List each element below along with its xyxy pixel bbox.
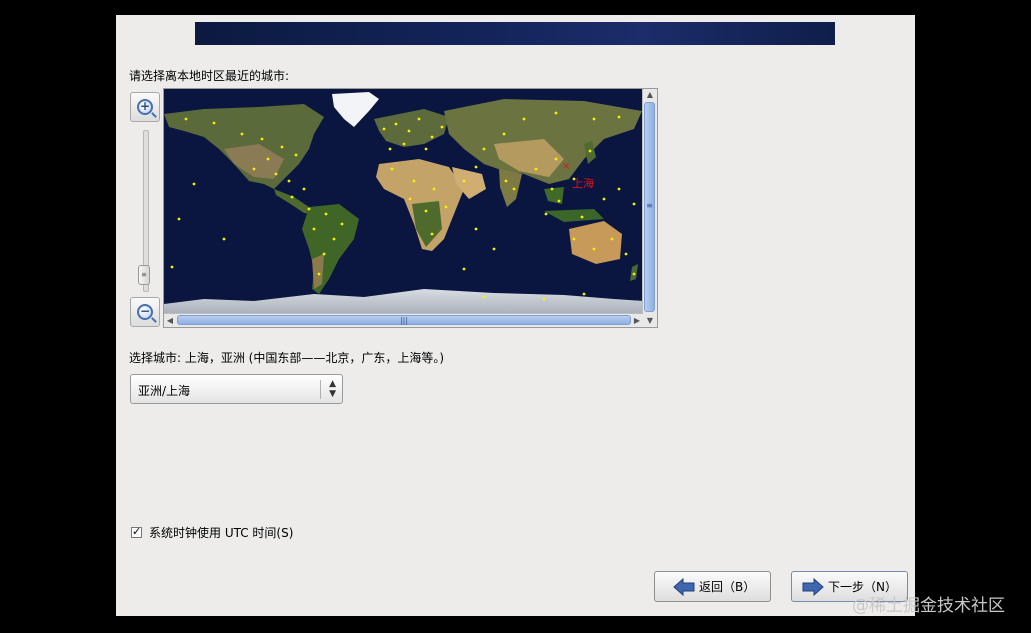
utc-checkbox-row[interactable]: ✓ 系统时钟使用 UTC 时间(S)	[131, 524, 293, 541]
zoom-slider-handle[interactable]: ≡	[138, 265, 150, 285]
scroll-left-icon[interactable]: ◀	[164, 314, 176, 327]
world-map[interactable]: × 上海	[164, 89, 644, 314]
zoom-in-button[interactable]: +	[130, 92, 160, 122]
horizontal-scroll-thumb[interactable]: |||	[177, 315, 631, 325]
arrow-left-icon	[673, 577, 695, 596]
arrow-right-icon	[802, 577, 824, 596]
zoom-out-icon: −	[137, 304, 153, 320]
scroll-down-icon[interactable]: ▼	[643, 315, 657, 327]
back-button-label: 返回（B）	[699, 580, 756, 594]
vertical-scroll-thumb[interactable]: ≡	[644, 102, 655, 312]
zoom-in-icon: +	[137, 99, 153, 115]
timezone-map-panel: × 上海 ▲ ≡ ▼ ◀ ||| ▶	[163, 88, 658, 328]
utc-checkbox-label[interactable]: 系统时钟使用 UTC 时间(S)	[149, 524, 293, 541]
updown-chevron-icon: ▲ ▼	[329, 379, 336, 399]
header-banner	[195, 22, 835, 45]
scroll-right-icon[interactable]: ▶	[631, 314, 643, 327]
selected-city-marker-x: ×	[562, 161, 570, 172]
timezone-select[interactable]: 亚洲/上海 ▲ ▼	[130, 374, 343, 404]
selected-city-label: 选择城市: 上海，亚洲 (中国东部——北京，广东，上海等。)	[129, 351, 445, 365]
back-button[interactable]: 返回（B）	[654, 571, 771, 602]
zoom-out-button[interactable]: −	[130, 297, 160, 327]
timezone-select-value: 亚洲/上海	[138, 384, 191, 398]
combo-separator	[320, 380, 321, 399]
scroll-up-icon[interactable]: ▲	[643, 89, 657, 101]
installer-window: 请选择离本地时区最近的城市: + ≡ − × 上海 ▲ ≡ ▼ ◀ ||| ▶ …	[116, 15, 915, 616]
world-map-image: × 上海	[164, 89, 644, 314]
map-horizontal-scrollbar[interactable]: ◀ ||| ▶	[164, 313, 643, 327]
utc-checkbox[interactable]: ✓	[131, 525, 142, 538]
timezone-prompt-label: 请选择离本地时区最近的城市:	[129, 69, 290, 83]
watermark-text: @稀土掘金技术社区	[852, 596, 1005, 616]
map-vertical-scrollbar[interactable]: ▲ ≡ ▼	[642, 89, 657, 327]
selected-city-map-label: 上海	[572, 176, 594, 190]
checkmark-icon: ✓	[132, 525, 142, 538]
